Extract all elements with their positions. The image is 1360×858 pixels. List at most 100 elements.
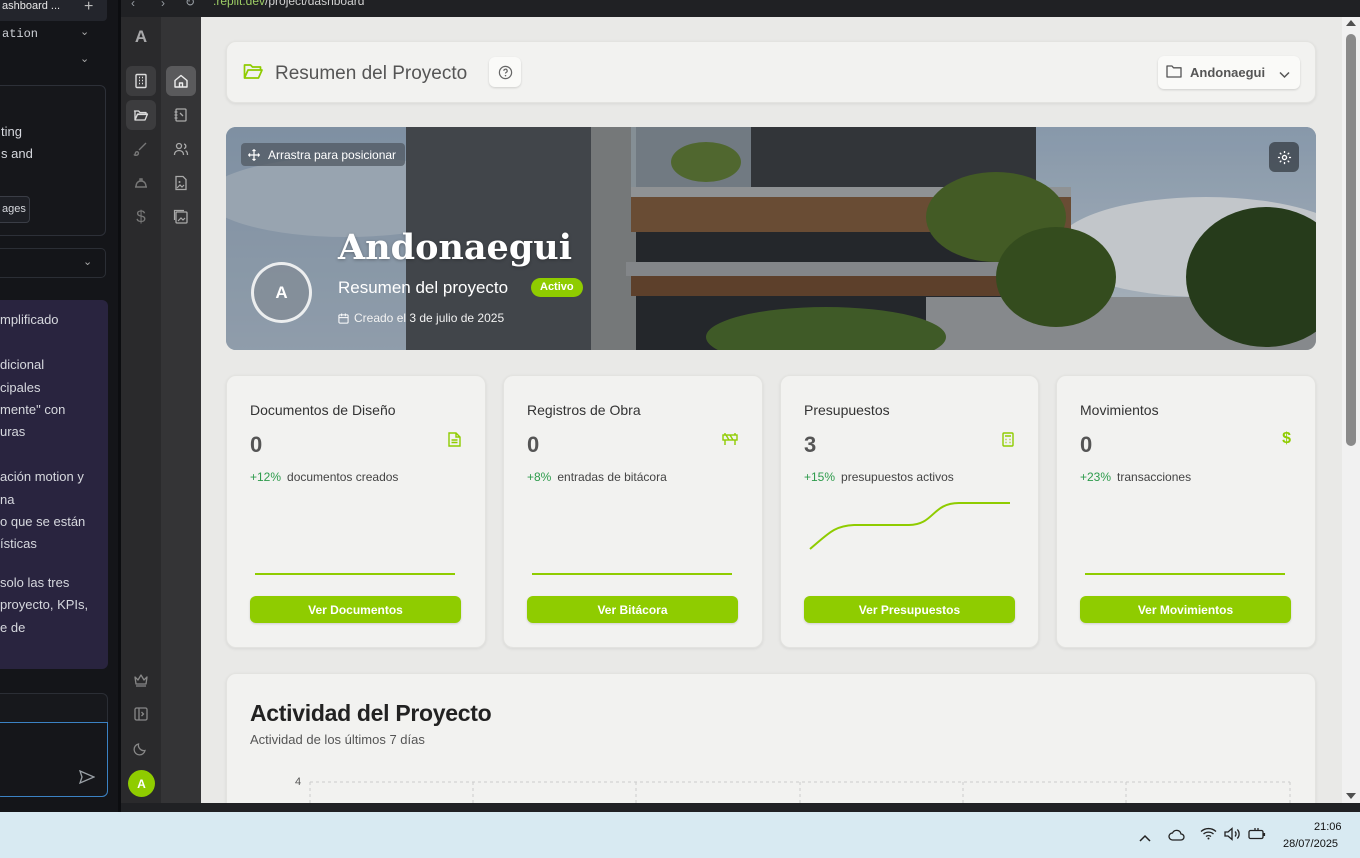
kpi-desc: transacciones <box>1117 470 1192 484</box>
collapsed-section[interactable]: ⌄ <box>0 248 106 278</box>
chat-line: mente" con <box>0 402 66 417</box>
help-button[interactable] <box>489 57 521 87</box>
project-hero: Arrastra para posicionar A Andonaegui Re… <box>226 127 1316 350</box>
url-text[interactable]: .replit.dev/project/dashboard <box>213 0 364 8</box>
created-date: Creado el 3 de julio de 2025 <box>338 311 504 325</box>
kpi-desc: documentos creados <box>287 470 399 484</box>
chevron-down-icon[interactable]: ⌄ <box>80 52 89 65</box>
gallery-icon[interactable] <box>166 202 196 232</box>
chevron-down-icon: ⌄ <box>80 26 90 38</box>
chat-line: proyecto, KPIs, <box>0 597 89 612</box>
kpi-card-documents: Documentos de Diseño 0 +12% documentos cr… <box>226 375 486 648</box>
kpi-change-pct: +23% <box>1080 470 1112 484</box>
kpi-sparkline <box>1085 573 1285 575</box>
page-scrollbar[interactable] <box>1342 17 1360 803</box>
wifi-icon[interactable] <box>1200 827 1217 845</box>
primary-sidebar: A $ A <box>121 17 161 803</box>
user-avatar[interactable]: A <box>128 770 155 797</box>
view-budgets-button[interactable]: Ver Presupuestos <box>804 596 1015 623</box>
users-icon[interactable] <box>166 134 196 164</box>
brush-icon[interactable] <box>126 134 156 164</box>
url-path: /project/dashboard <box>265 0 365 8</box>
back-icon[interactable]: ‹ <box>131 0 135 10</box>
browser-window: ‹ › ↻ .replit.dev/project/dashboard A $ <box>121 0 1360 812</box>
section-row-label: ation <box>2 27 39 41</box>
images-button[interactable]: ages <box>0 196 30 223</box>
page-header: Resumen del Proyecto Andonaegui <box>226 41 1316 103</box>
cloud-icon[interactable] <box>1168 828 1186 846</box>
new-tab-icon[interactable]: + <box>84 0 93 16</box>
folder-open-icon[interactable] <box>126 100 156 130</box>
folder-open-icon <box>243 62 263 85</box>
drag-position-label: Arrastra para posicionar <box>268 147 397 162</box>
crown-icon[interactable] <box>126 665 156 695</box>
calculator-icon <box>1002 432 1014 452</box>
kpi-desc: presupuestos activos <box>841 470 954 484</box>
project-selector[interactable]: Andonaegui <box>1158 56 1300 89</box>
file-image-icon[interactable] <box>166 168 196 198</box>
chevron-up-icon[interactable] <box>1139 829 1151 847</box>
hardhat-icon[interactable] <box>126 168 156 198</box>
section-row[interactable]: ation ⌄ <box>0 25 107 45</box>
kpi-title: Movimientos <box>1080 402 1159 418</box>
created-date-label: Creado el 3 de julio de 2025 <box>354 311 505 325</box>
view-logbook-button[interactable]: Ver Bitácora <box>527 596 738 623</box>
calendar-icon <box>338 312 349 324</box>
chat-line: ación motion y <box>0 469 84 484</box>
volume-icon[interactable] <box>1224 827 1241 846</box>
chat-line: mplificado <box>0 312 59 327</box>
notebook-icon[interactable] <box>166 100 196 130</box>
chat-line: e de <box>0 620 26 635</box>
battery-icon[interactable] <box>1248 827 1266 846</box>
kpi-title: Registros de Obra <box>527 402 641 418</box>
kpi-title: Documentos de Diseño <box>250 402 396 418</box>
drag-position-button[interactable]: Arrastra para posicionar <box>241 143 406 166</box>
kpi-title: Presupuestos <box>804 402 890 418</box>
chevron-down-icon <box>1279 66 1290 84</box>
page-title: Resumen del Proyecto <box>275 63 468 84</box>
chat-line: solo las tres <box>0 575 70 590</box>
kpi-change: +23% transacciones <box>1080 470 1191 484</box>
activity-chart-grid <box>309 781 1291 803</box>
reload-icon[interactable]: ↻ <box>185 0 195 9</box>
assistant-panel: ashboard ... + ation ⌄ ⌄ ting s and ages… <box>0 0 118 812</box>
kpi-change: +15% presupuestos activos <box>804 470 954 484</box>
kpi-change-pct: +15% <box>804 470 836 484</box>
message-card: ting s and ages <box>0 85 106 236</box>
app-logo[interactable]: A <box>121 27 161 47</box>
scroll-down-icon[interactable] <box>1346 793 1356 799</box>
chat-line: cipales <box>0 380 41 395</box>
os-taskbar: 21:06 28/07/2025 <box>0 812 1360 858</box>
kpi-change-pct: +8% <box>527 470 552 484</box>
message-text: ting <box>1 124 22 139</box>
kpi-change: +12% documentos creados <box>250 470 398 484</box>
kpi-change: +8% entradas de bitácora <box>527 470 667 484</box>
moon-icon[interactable] <box>126 733 156 763</box>
view-documents-button[interactable]: Ver Documentos <box>250 596 461 623</box>
address-bar[interactable]: ‹ › ↻ .replit.dev/project/dashboard <box>121 0 1360 17</box>
clock-date[interactable]: 28/07/2025 <box>1283 838 1338 850</box>
sidebar-toggle-icon[interactable] <box>126 699 156 729</box>
home-icon[interactable] <box>166 66 196 96</box>
banner-settings-button[interactable] <box>1269 142 1299 172</box>
kpi-card-logs: Registros de Obra 0 +8% entradas de bitác… <box>503 375 763 648</box>
scroll-thumb[interactable] <box>1346 34 1356 446</box>
move-icon <box>248 148 260 161</box>
activity-card: Actividad del Proyecto Actividad de los … <box>226 673 1316 803</box>
scroll-up-icon[interactable] <box>1346 20 1356 26</box>
building-icon[interactable] <box>126 66 156 96</box>
activity-title: Actividad del Proyecto <box>250 700 492 726</box>
dollar-icon[interactable]: $ <box>126 202 156 232</box>
chat-input-container <box>0 693 108 797</box>
send-icon[interactable] <box>78 769 96 787</box>
project-avatar: A <box>251 262 312 323</box>
activity-subtitle: Actividad de los últimos 7 días <box>250 732 425 747</box>
kpi-desc: entradas de bitácora <box>557 470 667 484</box>
view-transactions-button[interactable]: Ver Movimientos <box>1080 596 1291 623</box>
clock-time[interactable]: 21:06 <box>1314 821 1342 833</box>
document-icon <box>448 432 461 452</box>
kpi-sparkline <box>255 573 455 575</box>
y-axis-tick: 4 <box>295 776 302 788</box>
kpi-sparkline <box>809 502 1010 550</box>
forward-icon[interactable]: › <box>161 0 165 10</box>
